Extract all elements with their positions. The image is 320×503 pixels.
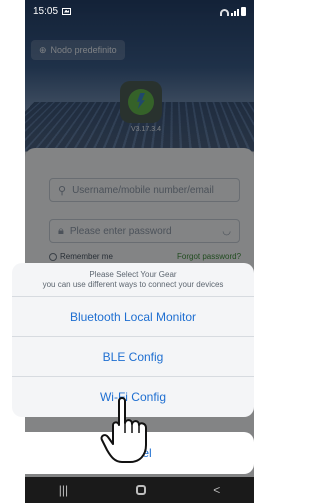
status-bar: 15:05 [25, 0, 254, 22]
recent-apps-button[interactable]: ||| [59, 483, 68, 497]
system-nav-bar: ||| < [25, 477, 254, 503]
sheet-subtitle: you can use different ways to connect yo… [42, 280, 224, 289]
status-time: 15:05 [33, 5, 59, 17]
home-button[interactable] [135, 485, 146, 495]
sheet-title: Please Select Your Gear [89, 270, 177, 279]
ble-config-option[interactable]: BLE Config [12, 337, 254, 377]
back-button[interactable]: < [213, 483, 220, 497]
signal-icon [231, 8, 239, 16]
wifi-icon [220, 8, 229, 16]
bluetooth-local-monitor-option[interactable]: Bluetooth Local Monitor [12, 297, 254, 337]
image-notification-icon [62, 7, 72, 15]
gear-select-sheet: Please Select Your Gear you can use diff… [12, 263, 254, 417]
pointer-hand-icon [100, 397, 147, 463]
battery-icon [241, 6, 246, 16]
sheet-header: Please Select Your Gear you can use diff… [12, 263, 254, 297]
